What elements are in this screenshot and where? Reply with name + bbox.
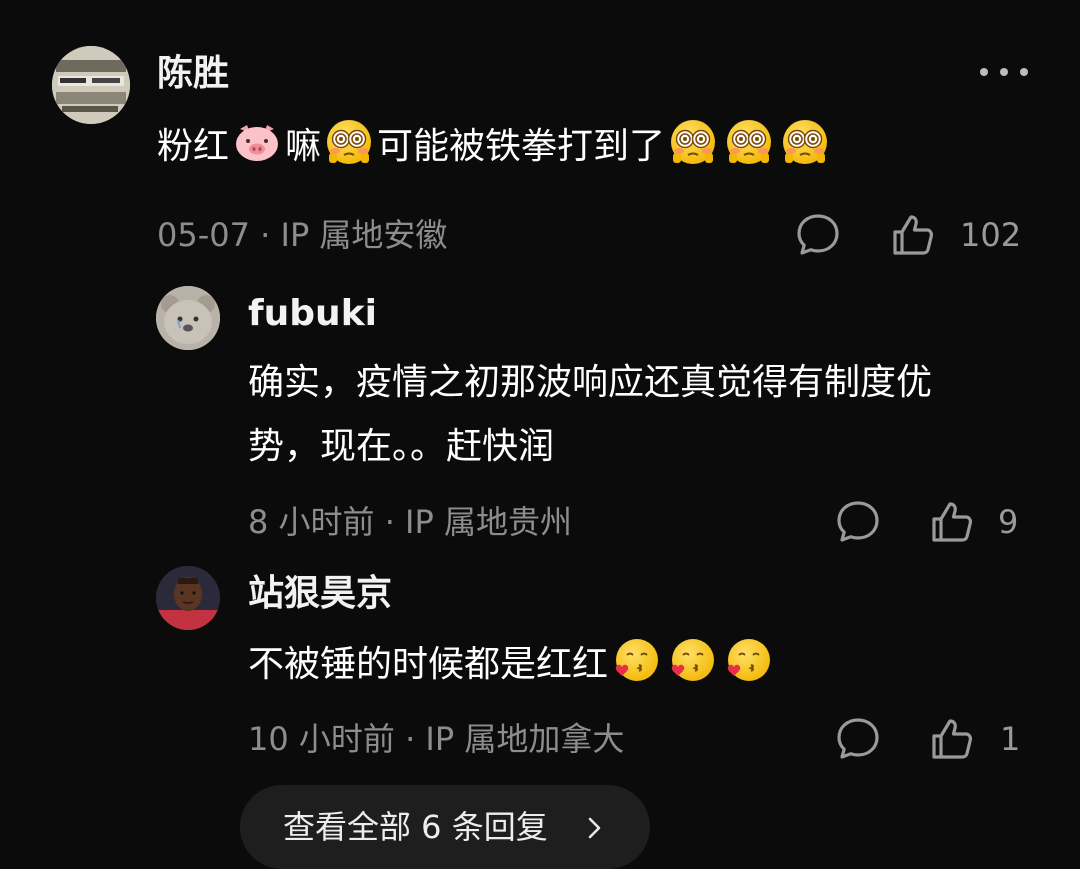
flushed-face-emoji: [780, 117, 830, 167]
more-options-icon[interactable]: [980, 68, 1028, 78]
reply-bubble-icon[interactable]: [834, 498, 882, 546]
reply-bubble-icon[interactable]: [834, 715, 882, 763]
avatar[interactable]: [156, 566, 220, 630]
avatar[interactable]: [52, 46, 130, 124]
reply-text-line-2: 势，现在。。赶快润: [248, 426, 555, 467]
thumbs-up-icon[interactable]: [928, 715, 976, 763]
chevron-right-icon: [584, 815, 604, 841]
comment-author[interactable]: 陈胜: [157, 52, 229, 96]
thumbs-up-icon[interactable]: [928, 498, 976, 546]
reply-author[interactable]: fubuki: [248, 292, 377, 336]
reply-text: 不被锤的时候都是红红: [248, 633, 776, 697]
reply-meta: 8 小时前 · IP 属地贵州: [248, 503, 572, 541]
reply-meta: 10 小时前 · IP 属地加拿大: [248, 720, 625, 758]
pig-face-emoji: [232, 117, 282, 167]
avatar-image: [156, 566, 220, 630]
comment-meta: 05-07 · IP 属地安徽: [157, 216, 448, 254]
like-count: 1: [1000, 720, 1021, 758]
view-all-replies-label: 查看全部 6 条回复: [283, 808, 548, 846]
flushed-face-emoji: [724, 117, 774, 167]
face-blowing-kiss-emoji: [667, 635, 717, 685]
avatar[interactable]: [156, 286, 220, 350]
reply-author[interactable]: 站狠昊京: [248, 572, 392, 616]
comment-text: 粉红 嘛 可能被铁拳打到了: [157, 115, 1037, 179]
view-all-replies-button[interactable]: 查看全部 6 条回复: [240, 785, 650, 869]
thumbs-up-icon[interactable]: [889, 211, 937, 259]
reply-text-content: 不被锤的时候都是红红: [248, 644, 609, 685]
flushed-face-emoji: [668, 117, 718, 167]
comment-text-part-3: 可能被铁拳打到了: [377, 126, 666, 167]
face-blowing-kiss-emoji: [611, 635, 661, 685]
like-count: 102: [960, 216, 1022, 254]
flushed-face-emoji: [324, 117, 374, 167]
avatar-image: [52, 46, 130, 124]
comment-text-part-1: 粉红: [157, 126, 230, 167]
like-count: 9: [998, 503, 1019, 541]
reply-text-line-1: 确实，疫情之初那波响应还真觉得有制度优: [248, 362, 933, 403]
reply-bubble-icon[interactable]: [794, 211, 842, 259]
avatar-image: [156, 286, 220, 350]
face-blowing-kiss-emoji: [723, 635, 773, 685]
comment-text-part-2: 嘛: [285, 126, 322, 167]
